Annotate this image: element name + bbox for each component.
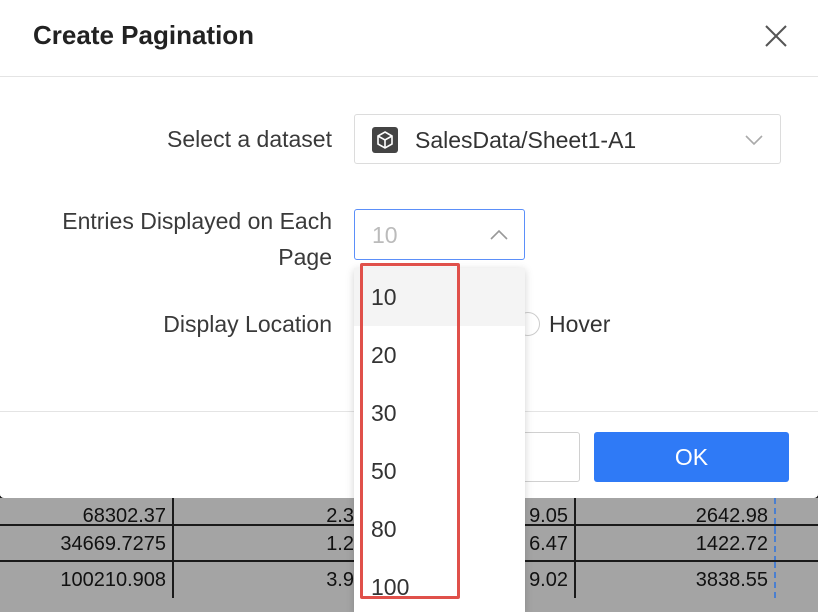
dataset-cube-icon xyxy=(372,127,398,153)
table-cell: 3838.55 xyxy=(576,562,776,598)
table-cell: 100210.908 xyxy=(0,562,174,598)
entries-value: 10 xyxy=(372,222,398,248)
entries-dropdown-menu: 10 20 30 50 80 100 xyxy=(354,268,525,612)
close-button[interactable] xyxy=(760,20,792,52)
chevron-down-icon xyxy=(745,135,763,146)
ok-button[interactable]: OK xyxy=(594,432,789,482)
close-icon xyxy=(765,25,787,47)
hover-radio-label: Hover xyxy=(549,311,611,337)
table-cell: 3.9 xyxy=(174,562,362,598)
display-location-label: Display Location xyxy=(163,311,332,337)
table-cell: 1422.72 xyxy=(576,526,776,562)
table-cell: 34669.7275 xyxy=(0,526,174,562)
dropdown-option[interactable]: 20 xyxy=(354,326,525,384)
dialog-header: Create Pagination xyxy=(0,0,818,77)
table-cell: 1.2 xyxy=(174,526,362,562)
dataset-select[interactable]: SalesData/Sheet1-A1 xyxy=(354,114,781,164)
dataset-label: Select a dataset xyxy=(167,126,332,152)
chevron-up-icon xyxy=(490,229,508,240)
dropdown-option[interactable]: 50 xyxy=(354,442,525,500)
entries-label: Entries Displayed on Each Page xyxy=(62,208,332,270)
dropdown-option[interactable]: 100 xyxy=(354,558,525,612)
dropdown-option[interactable]: 30 xyxy=(354,384,525,442)
dropdown-option[interactable]: 10 xyxy=(354,268,525,326)
dialog-title: Create Pagination xyxy=(33,20,255,50)
entries-per-page-select[interactable]: 10 xyxy=(354,209,525,260)
dropdown-option[interactable]: 80 xyxy=(354,500,525,558)
dataset-value: SalesData/Sheet1-A1 xyxy=(415,127,637,153)
